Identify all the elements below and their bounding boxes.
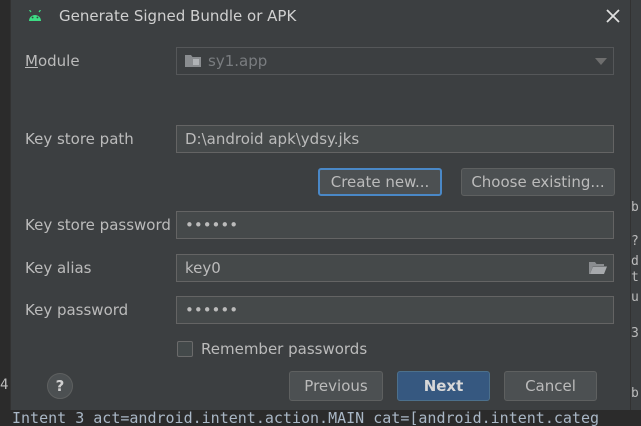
remember-passwords-checkbox[interactable] [177,341,193,357]
key-password-label: Key password [25,301,129,319]
ide-fragment: b [631,200,639,215]
ide-right-edge: b ? d t u 3 b [631,0,641,426]
key-alias-value: key0 [185,259,221,277]
dialog-title: Generate Signed Bundle or APK [59,7,297,25]
key-alias-label: Key alias [25,259,92,277]
key-store-password-label: Key store password [25,216,171,234]
key-store-path-label: Key store path [25,130,134,148]
key-password-input[interactable]: •••••• [176,296,614,324]
generate-signed-bundle-dialog: Generate Signed Bundle or APK Module sy1… [10,0,631,410]
ide-fragment: u [631,290,639,305]
key-store-password-input[interactable]: •••••• [176,211,614,239]
next-button[interactable]: Next [397,371,490,401]
module-label: Module [25,52,80,70]
key-store-path-input[interactable]: D:\android apk\ydsy.jks [176,125,614,153]
ide-gutter-digit: 4 [0,377,9,393]
cancel-button[interactable]: Cancel [504,371,597,401]
close-icon[interactable] [603,6,623,26]
previous-button[interactable]: Previous [289,371,383,401]
ide-fragment: 3 [631,326,639,341]
module-value: sy1.app [208,52,268,70]
create-new-button[interactable]: Create new... [318,168,442,196]
ide-fragment: t [631,270,639,285]
folder-open-icon[interactable] [589,261,607,275]
choose-existing-button[interactable]: Choose existing... [461,168,615,196]
dialog-titlebar[interactable]: Generate Signed Bundle or APK [11,0,630,34]
android-icon [29,10,41,21]
console-output-line: Intent 3 act=android.intent.action.MAIN … [0,410,641,426]
remember-passwords-label[interactable]: Remember passwords [201,340,367,358]
ide-fragment: ? [631,234,639,249]
folder-icon [185,55,201,67]
module-label-text: odule [37,52,80,70]
key-alias-input[interactable]: key0 [176,254,614,282]
ide-fragment: d [631,254,639,269]
module-select[interactable]: sy1.app [176,47,614,75]
ide-fragment: b [631,386,639,401]
help-button[interactable]: ? [47,373,73,399]
chevron-down-icon [595,58,607,65]
